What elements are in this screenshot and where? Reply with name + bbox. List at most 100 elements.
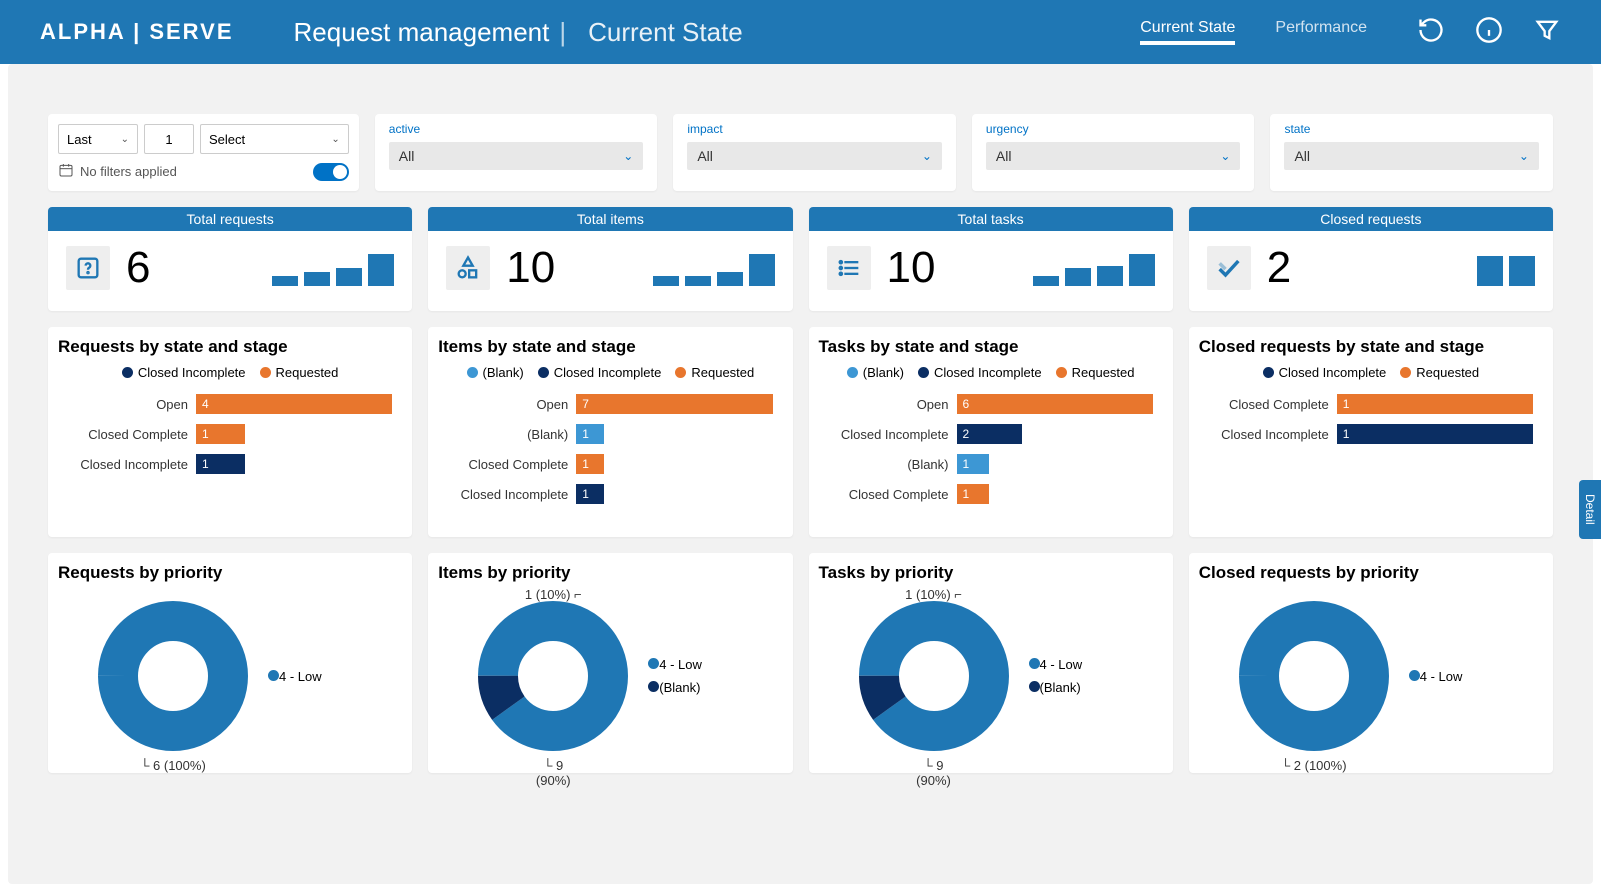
legend-item: Closed Incomplete	[918, 365, 1042, 380]
chart-title: Requests by state and stage	[58, 337, 402, 357]
donut-chart-1: Items by priority 1 (10%) ⌐ └ 9(90%) 4 -…	[428, 553, 792, 773]
refresh-icon[interactable]	[1417, 16, 1445, 49]
bar-label: Closed Incomplete	[819, 427, 949, 442]
donut-top-label: 1 (10%) ⌐	[525, 587, 582, 602]
bar-value: 7	[576, 394, 772, 414]
chart-title: Tasks by state and stage	[819, 337, 1163, 357]
donut-bottom-label: └ 6 (100%)	[98, 758, 248, 773]
period-value-input[interactable]: 1	[144, 124, 194, 154]
donut-legend: 4 - Low	[1409, 669, 1463, 684]
legend-item: (Blank)	[467, 365, 524, 380]
calendar-icon	[58, 162, 74, 181]
bar-label: Open	[58, 397, 188, 412]
kpi-title: Closed requests	[1189, 207, 1553, 231]
bar-label: Open	[438, 397, 568, 412]
legend-item: 4 - Low	[1409, 669, 1463, 684]
bar-chart-2: Tasks by state and stage (Blank) Closed I…	[809, 327, 1173, 537]
relative-date-toggle[interactable]	[313, 163, 349, 181]
header-actions	[1417, 16, 1561, 49]
bar-row: Closed Complete 1	[438, 454, 772, 474]
slicer-select-active[interactable]: All⌄	[389, 142, 644, 170]
title-sep: |	[559, 17, 566, 48]
slicer-select-state[interactable]: All⌄	[1284, 142, 1539, 170]
detail-side-tab[interactable]: Detail	[1579, 480, 1601, 539]
slicer-select-impact[interactable]: All⌄	[687, 142, 942, 170]
legend-item: (Blank)	[847, 365, 904, 380]
bar-row: Closed Incomplete 1	[438, 484, 772, 504]
time-filter-card: Last⌄ 1 Select⌄ No filters applied	[48, 114, 359, 191]
chart-title: Items by state and stage	[438, 337, 782, 357]
legend-item: (Blank)	[648, 680, 702, 695]
bar-value: 1	[576, 484, 604, 504]
tab-performance[interactable]: Performance	[1275, 19, 1367, 45]
no-filters-label: No filters applied	[80, 164, 177, 179]
bar-row: Closed Incomplete 1	[1199, 424, 1533, 444]
legend-item: Requested	[1400, 365, 1479, 380]
check-icon	[1207, 246, 1251, 290]
legend-item: 4 - Low	[268, 669, 322, 684]
kpi-value: 10	[506, 243, 555, 293]
shapes-icon	[446, 246, 490, 290]
bar-label: Closed Incomplete	[438, 487, 568, 502]
bar-value: 4	[196, 394, 392, 414]
slicer-label: active	[389, 122, 644, 136]
bar-row: (Blank) 1	[438, 424, 772, 444]
brand-logo: ALPHA | SERVE	[40, 19, 234, 45]
period-mode-select[interactable]: Last⌄	[58, 124, 138, 154]
period-unit-select[interactable]: Select⌄	[200, 124, 349, 154]
chart-legend: Closed Incomplete Requested	[1199, 365, 1543, 380]
bar-label: Closed Complete	[1199, 397, 1329, 412]
slicer-label: impact	[687, 122, 942, 136]
slicer-label: state	[1284, 122, 1539, 136]
bar-row: Closed Incomplete 2	[819, 424, 1153, 444]
app-header: ALPHA | SERVE Request management | Curre…	[0, 0, 1601, 64]
donut-chart-2: Tasks by priority 1 (10%) ⌐ └ 9(90%) 4 -…	[809, 553, 1173, 773]
bar-row: Open 7	[438, 394, 772, 414]
bar-label: Open	[819, 397, 949, 412]
chart-legend: (Blank)Closed IncompleteRequested	[438, 365, 782, 380]
donut-legend: 4 - Low(Blank)	[1029, 657, 1083, 695]
kpi-card-2: Total tasks 10	[809, 207, 1173, 311]
bar-value: 6	[957, 394, 1153, 414]
info-icon[interactable]	[1475, 16, 1503, 49]
donut-legend: 4 - Low	[268, 669, 322, 684]
legend-item: Closed Incomplete	[1263, 365, 1387, 380]
chart-legend: Closed Incomplete Requested	[58, 365, 402, 380]
bar-label: (Blank)	[438, 427, 568, 442]
legend-item: Requested	[260, 365, 339, 380]
bar-row: (Blank) 1	[819, 454, 1153, 474]
slicer-state: state All⌄	[1270, 114, 1553, 191]
slicer-active: active All⌄	[375, 114, 658, 191]
tab-current-state[interactable]: Current State	[1140, 19, 1235, 45]
kpi-sparkline	[653, 250, 775, 286]
slicer-label: urgency	[986, 122, 1241, 136]
donut-graphic: 1 (10%) ⌐ └ 9(90%)	[859, 601, 1009, 751]
donut-bottom-label: └ 9(90%)	[478, 758, 628, 788]
chart-title: Tasks by priority	[819, 563, 1163, 583]
slicer-urgency: urgency All⌄	[972, 114, 1255, 191]
kpi-sparkline	[272, 250, 394, 286]
bar-value: 1	[1337, 394, 1533, 414]
donut-graphic: └ 2 (100%)	[1239, 601, 1389, 751]
bar-label: Closed Incomplete	[58, 457, 188, 472]
slicer-select-urgency[interactable]: All⌄	[986, 142, 1241, 170]
kpi-sparkline	[1477, 250, 1535, 286]
donut-bottom-label: └ 9(90%)	[859, 758, 1009, 788]
donut-chart-0: Requests by priority └ 6 (100%) 4 - Low	[48, 553, 412, 773]
kpi-title: Total requests	[48, 207, 412, 231]
bar-label: Closed Complete	[438, 457, 568, 472]
kpi-value: 10	[887, 243, 936, 293]
bar-row: Closed Complete 1	[58, 424, 392, 444]
legend-item: Requested	[1056, 365, 1135, 380]
legend-item: Closed Incomplete	[122, 365, 246, 380]
donut-top-label: 1 (10%) ⌐	[905, 587, 962, 602]
kpi-value: 6	[126, 243, 150, 293]
legend-item: 4 - Low	[648, 657, 702, 672]
bar-chart-0: Requests by state and stage Closed Incom…	[48, 327, 412, 537]
chart-title: Closed requests by state and stage	[1199, 337, 1543, 357]
title-sub: Current State	[588, 17, 743, 48]
bar-label: (Blank)	[819, 457, 949, 472]
filter-icon[interactable]	[1533, 16, 1561, 49]
chart-title: Closed requests by priority	[1199, 563, 1543, 583]
chart-title: Requests by priority	[58, 563, 402, 583]
